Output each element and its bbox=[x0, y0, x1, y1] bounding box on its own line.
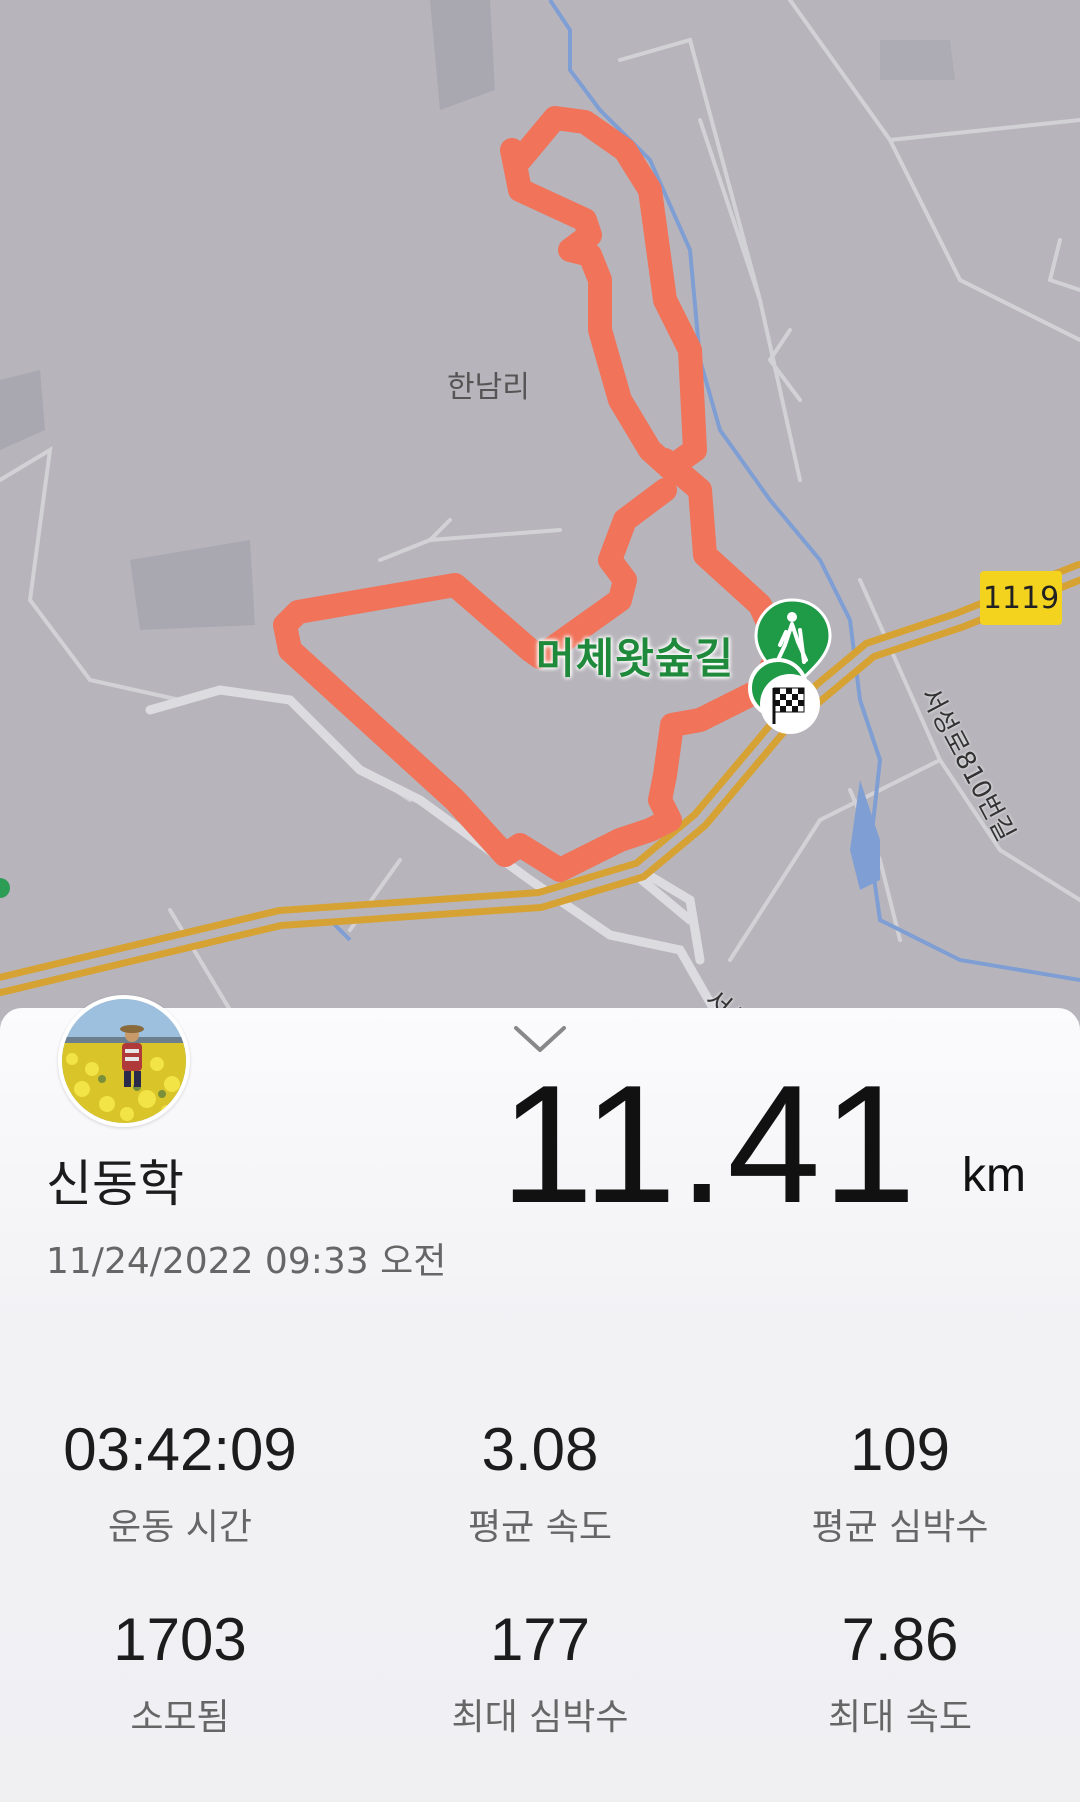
workout-route bbox=[273, 106, 792, 882]
map-marker-icon bbox=[0, 878, 10, 898]
route-map[interactable]: 한남리 머체왓숲길 1119 서성로810번길 서성 bbox=[0, 0, 1080, 1020]
avatar-image bbox=[62, 999, 186, 1123]
stat-max-speed: 7.86 최대 속도 bbox=[720, 1610, 1080, 1740]
stat-label: 평균 속도 bbox=[468, 1507, 612, 1548]
stat-value: 177 bbox=[489, 1606, 591, 1673]
stat-label: 최대 속도 bbox=[828, 1697, 972, 1738]
workout-date: 11/24/2022 09:33 오전 bbox=[46, 1241, 447, 1282]
map-area bbox=[430, 0, 495, 110]
stat-label: 최대 심박수 bbox=[451, 1697, 629, 1738]
stat-duration: 03:42:09 운동 시간 bbox=[0, 1420, 360, 1550]
stat-label: 평균 심박수 bbox=[811, 1507, 989, 1548]
stat-value: 1703 bbox=[113, 1606, 247, 1673]
user-name: 신동학 bbox=[46, 1155, 184, 1213]
finish-flag-icon bbox=[760, 674, 820, 734]
village-label: 한남리 bbox=[447, 370, 530, 405]
stat-avg-speed: 3.08 평균 속도 bbox=[360, 1420, 720, 1550]
stat-label: 운동 시간 bbox=[108, 1507, 252, 1548]
map-area bbox=[880, 40, 955, 80]
stat-calories: 1703 소모됨 bbox=[0, 1610, 360, 1740]
stat-value: 03:42:09 bbox=[63, 1416, 297, 1483]
avatar[interactable] bbox=[58, 995, 190, 1127]
map-area bbox=[0, 370, 45, 450]
route-number-badge: 1119 bbox=[980, 571, 1062, 625]
stat-max-heart-rate: 177 최대 심박수 bbox=[360, 1610, 720, 1740]
map-canvas bbox=[0, 0, 1080, 1020]
distance-unit: km bbox=[962, 1149, 1026, 1202]
stat-avg-heart-rate: 109 평균 심박수 bbox=[720, 1420, 1080, 1550]
stat-value: 109 bbox=[849, 1416, 951, 1483]
map-area bbox=[130, 540, 255, 630]
stat-label: 소모됨 bbox=[130, 1697, 230, 1738]
trail-label[interactable]: 머체왓숲길 bbox=[536, 625, 734, 686]
stat-value: 7.86 bbox=[841, 1606, 959, 1673]
total-distance: 11.41 bbox=[500, 1050, 918, 1238]
stat-value: 3.08 bbox=[481, 1416, 599, 1483]
